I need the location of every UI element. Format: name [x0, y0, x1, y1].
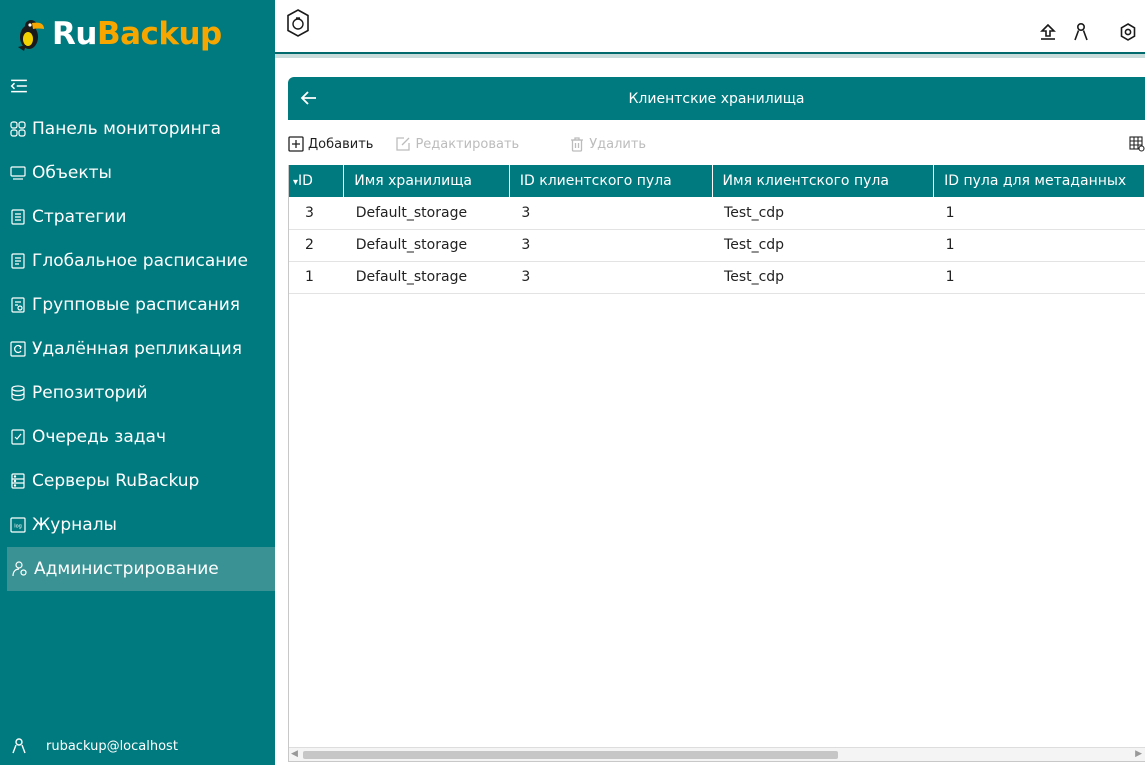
sidebar-item-objects[interactable]: Объекты — [0, 151, 275, 195]
cell-storage-name: Default_storage — [355, 204, 468, 221]
sidebar-item-label: Администрирование — [34, 559, 219, 579]
sidebar-item-label: Стратегии — [32, 207, 127, 227]
cell-id: 1 — [305, 269, 314, 285]
column-header-storage-name[interactable]: Имя хранилища — [343, 165, 510, 197]
table-row[interactable]: 1 Default_storage 3 Test_cdp 1 — [289, 261, 1145, 293]
horizontal-scrollbar[interactable]: ◀ ▶ — [289, 747, 1145, 761]
dashboard-icon — [10, 121, 26, 137]
column-header-label: Имя клиентского пула — [722, 173, 889, 189]
rubackup-logo: RuBackup — [12, 14, 222, 54]
add-button[interactable]: Добавить — [288, 136, 373, 152]
cell-id: 3 — [305, 204, 314, 221]
sidebar-item-strategies[interactable]: Стратегии — [0, 195, 275, 239]
schedule-icon — [11, 253, 25, 269]
sidebar-item-global-schedule[interactable]: Глобальное расписание — [0, 239, 275, 283]
sidebar-item-label: Глобальное расписание — [32, 251, 248, 271]
column-header-metadata-pool-id[interactable]: ID пула для метаданных — [933, 165, 1145, 197]
task-queue-icon — [11, 429, 25, 445]
edit-button[interactable]: Редактировать — [395, 136, 519, 152]
server-icon — [11, 473, 25, 489]
cell-metadata-pool-id: 1 — [945, 269, 955, 285]
sidebar-item-logs[interactable]: log Журналы — [0, 503, 275, 547]
add-icon — [288, 136, 304, 152]
sidebar-item-label: Журналы — [32, 515, 117, 535]
sidebar-item-label: Объекты — [32, 163, 112, 183]
column-header-label: ID пула для метаданных — [944, 173, 1127, 189]
column-header-label: ID клиентского пула — [519, 173, 672, 189]
cell-client-pool-name: Test_cdp — [724, 269, 785, 285]
settings-icon[interactable] — [1118, 22, 1138, 42]
collapse-sidebar-icon[interactable] — [10, 78, 28, 94]
sidebar-item-dashboard[interactable]: Панель мониторинга — [0, 107, 275, 151]
monitor-icon — [10, 166, 26, 180]
cell-client-pool-name: Test_cdp — [724, 237, 785, 253]
admin-icon — [12, 561, 27, 577]
cell-client-pool-id: 3 — [521, 269, 531, 285]
logo-ru-text: Ru — [52, 16, 97, 52]
log-icon: log — [10, 517, 26, 533]
sidebar-item-repository[interactable]: Репозиторий — [0, 371, 275, 415]
scroll-right-icon[interactable]: ▶ — [1135, 749, 1142, 759]
cell-client-pool-id: 3 — [521, 237, 531, 253]
column-settings-icon[interactable] — [1129, 136, 1145, 152]
panel-header: Клиентские хранилища — [288, 77, 1145, 120]
table-row[interactable]: 2 Default_storage 3 Test_cdp 1 — [289, 229, 1145, 261]
storages-table: ▾ID Имя хранилища ID клиентского пула Им… — [288, 165, 1145, 762]
cell-metadata-pool-id: 1 — [945, 237, 955, 253]
user-icon — [12, 738, 26, 754]
user-icon[interactable] — [1071, 22, 1091, 42]
sidebar-item-label: Панель мониторинга — [32, 119, 222, 139]
sidebar-item-label: Удалённая репликация — [32, 339, 242, 359]
add-button-label: Добавить — [308, 136, 374, 152]
table-header-row: ▾ID Имя хранилища ID клиентского пула Им… — [289, 165, 1145, 197]
top-bar — [275, 0, 1145, 58]
edit-icon — [396, 137, 411, 151]
sidebar: RuBackup Панель мониторинга Объекты Стра… — [0, 0, 275, 765]
replication-icon — [10, 341, 26, 357]
toolbar: Добавить Редактировать Удалить — [288, 131, 1145, 157]
table-row[interactable]: 3 Default_storage 3 Test_cdp 1 — [289, 197, 1145, 229]
sidebar-item-label: Очередь задач — [32, 427, 166, 447]
current-user[interactable]: rubackup@localhost — [12, 738, 178, 754]
app-badge-icon[interactable] — [285, 8, 311, 38]
user-name: rubackup@localhost — [46, 738, 178, 754]
cell-metadata-pool-id: 1 — [945, 204, 955, 221]
cell-client-pool-name: Test_cdp — [724, 204, 785, 221]
sidebar-item-group-schedules[interactable]: Групповые расписания — [0, 283, 275, 327]
strategy-icon — [11, 209, 25, 225]
sidebar-item-label: Серверы RuBackup — [32, 471, 200, 491]
svg-text:log: log — [14, 524, 22, 530]
sidebar-item-label: Групповые расписания — [32, 295, 241, 315]
edit-button-label: Редактировать — [415, 136, 520, 152]
cell-storage-name: Default_storage — [355, 269, 468, 285]
column-header-label: Имя хранилища — [354, 173, 472, 189]
column-header-label: ID — [298, 173, 313, 189]
sidebar-item-task-queue[interactable]: Очередь задач — [0, 415, 275, 459]
toucan-logo-icon — [18, 20, 44, 51]
upload-icon[interactable] — [1038, 22, 1058, 42]
group-schedule-icon — [11, 297, 25, 313]
delete-button-label: Удалить — [589, 136, 647, 152]
logo-backup-text: Backup — [96, 16, 222, 52]
scrollbar-thumb[interactable] — [303, 751, 838, 759]
cell-storage-name: Default_storage — [355, 237, 468, 253]
column-header-client-pool-name[interactable]: Имя клиентского пула — [712, 165, 935, 197]
column-header-id[interactable]: ▾ID — [289, 165, 345, 197]
back-arrow-icon[interactable] — [298, 87, 320, 109]
database-icon — [11, 385, 25, 401]
cell-id: 2 — [305, 237, 314, 253]
trash-icon — [571, 137, 584, 152]
column-header-client-pool-id[interactable]: ID клиентского пула — [509, 165, 713, 197]
scroll-left-icon[interactable]: ◀ — [291, 749, 298, 759]
top-bar-divider — [275, 52, 1145, 54]
cell-client-pool-id: 3 — [521, 204, 531, 221]
delete-button[interactable]: Удалить — [569, 136, 646, 152]
page-title: Клиентские хранилища — [628, 90, 805, 107]
sidebar-item-servers[interactable]: Серверы RuBackup — [0, 459, 275, 503]
sidebar-item-administration[interactable]: Администрирование — [7, 547, 275, 591]
sidebar-item-remote-replication[interactable]: Удалённая репликация — [0, 327, 275, 371]
sidebar-item-label: Репозиторий — [32, 383, 148, 403]
